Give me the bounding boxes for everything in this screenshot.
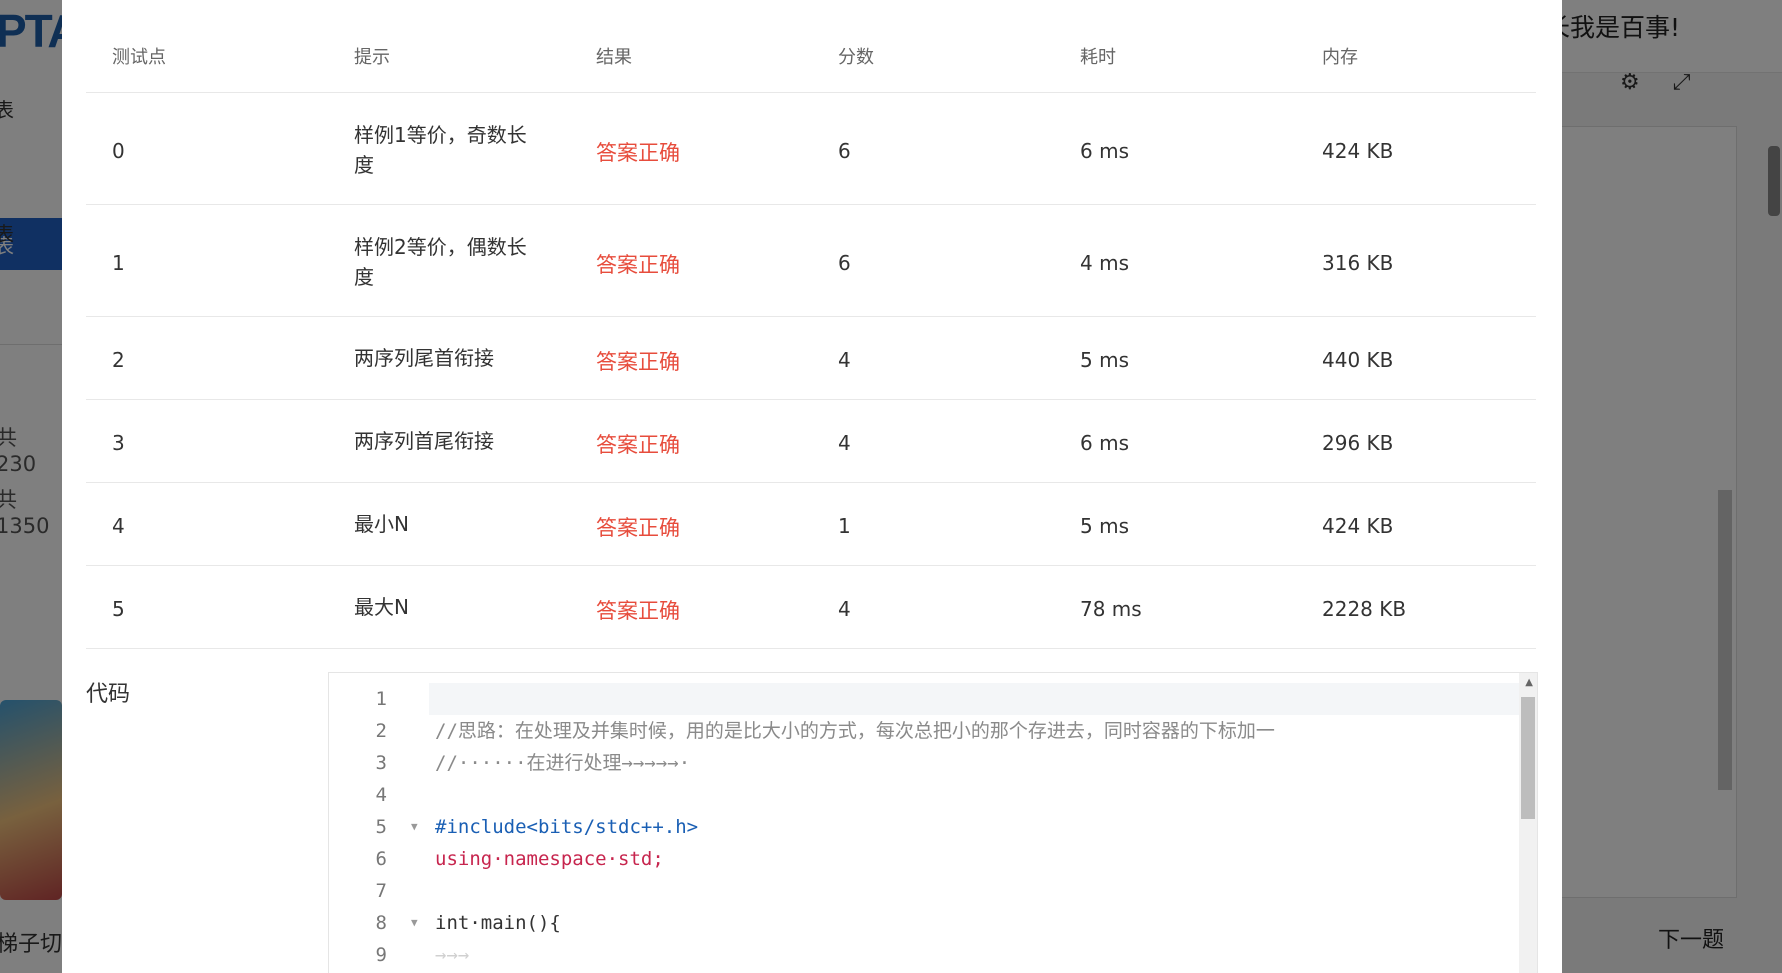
code-text[interactable]: using·namespace·std; — [435, 843, 664, 875]
cell-result: 答案正确 — [596, 350, 680, 374]
code-line[interactable]: 9 →→→ — [329, 939, 1519, 971]
results-table: 测试点 提示 结果 分数 耗时 内存 0 样例1等价，奇数长度 答案正确 6 6… — [86, 0, 1536, 649]
cell-score: 4 — [838, 597, 851, 621]
header-score: 分数 — [838, 47, 874, 68]
cell-result: 答案正确 — [596, 253, 680, 277]
cell-time: 5 ms — [1080, 348, 1129, 372]
table-row: 5 最大N 答案正确 4 78 ms 2228 KB — [86, 566, 1536, 649]
code-line[interactable]: 6 using·namespace·std; — [329, 843, 1519, 875]
code-line[interactable]: 4 — [329, 779, 1519, 811]
cell-memory: 2228 KB — [1322, 597, 1407, 621]
header-hint: 提示 — [354, 47, 390, 68]
cell-id: 4 — [112, 514, 125, 538]
header-result: 结果 — [596, 47, 632, 68]
fold-arrow-icon[interactable]: ▼ — [411, 811, 418, 843]
code-line[interactable]: 7 — [329, 875, 1519, 907]
table-row: 3 两序列首尾衔接 答案正确 4 6 ms 296 KB — [86, 400, 1536, 483]
code-text[interactable]: int·main(){ — [435, 907, 561, 939]
code-editor[interactable]: 1 2 //思路：在处理及并集时候，用的是比大小的方式，每次总把小的那个存进去，… — [328, 672, 1538, 973]
code-text[interactable]: //······在进行处理→→→→→· — [435, 747, 690, 779]
line-number: 5 — [375, 816, 387, 838]
editor-scrollbar[interactable]: ▲ — [1519, 673, 1537, 973]
header-time: 耗时 — [1080, 47, 1116, 68]
table-row: 1 样例2等价，偶数长度 答案正确 6 4 ms 316 KB — [86, 205, 1536, 317]
code-line[interactable]: 2 //思路：在处理及并集时候，用的是比大小的方式，每次总把小的那个存进去，同时… — [329, 715, 1519, 747]
cell-hint: 两序列尾首衔接 — [354, 346, 494, 370]
cell-hint: 最大N — [354, 595, 409, 619]
line-number: 1 — [375, 688, 387, 710]
cell-result: 答案正确 — [596, 516, 680, 540]
cell-id: 3 — [112, 431, 125, 455]
cell-memory: 440 KB — [1322, 348, 1394, 372]
cell-hint: 两序列首尾衔接 — [354, 429, 494, 453]
cell-id: 0 — [112, 139, 125, 163]
cell-hint: 样例1等价，奇数长度 — [354, 123, 527, 177]
cell-time: 5 ms — [1080, 514, 1129, 538]
table-row: 4 最小N 答案正确 1 5 ms 424 KB — [86, 483, 1536, 566]
cell-time: 78 ms — [1080, 597, 1142, 621]
line-number: 8 — [375, 912, 387, 934]
cell-memory: 316 KB — [1322, 251, 1394, 275]
cell-result: 答案正确 — [596, 141, 680, 165]
cell-result: 答案正确 — [596, 599, 680, 623]
cell-memory: 424 KB — [1322, 514, 1394, 538]
cell-time: 6 ms — [1080, 431, 1129, 455]
fold-arrow-icon[interactable]: ▼ — [411, 907, 418, 939]
cell-hint: 样例2等价，偶数长度 — [354, 235, 527, 289]
table-row: 0 样例1等价，奇数长度 答案正确 6 6 ms 424 KB — [86, 93, 1536, 205]
line-number: 3 — [375, 752, 387, 774]
scroll-up-icon[interactable]: ▲ — [1525, 677, 1533, 688]
line-number: 2 — [375, 720, 387, 742]
cell-memory: 424 KB — [1322, 139, 1394, 163]
editor-scrollbar-thumb[interactable] — [1521, 697, 1535, 819]
cell-time: 6 ms — [1080, 139, 1129, 163]
code-section-label: 代码 — [86, 682, 131, 707]
submission-detail-modal: 测试点 提示 结果 分数 耗时 内存 0 样例1等价，奇数长度 答案正确 6 6… — [62, 0, 1562, 973]
cell-id: 1 — [112, 251, 125, 275]
code-text[interactable]: #include<bits/stdc++.h> — [435, 811, 698, 843]
line-number: 7 — [375, 880, 387, 902]
table-row: 2 两序列尾首衔接 答案正确 4 5 ms 440 KB — [86, 317, 1536, 400]
table-header: 测试点 提示 结果 分数 耗时 内存 — [86, 0, 1536, 93]
code-line[interactable]: 3 //······在进行处理→→→→→· — [329, 747, 1519, 779]
cell-score: 4 — [838, 431, 851, 455]
cell-time: 4 ms — [1080, 251, 1129, 275]
cell-memory: 296 KB — [1322, 431, 1394, 455]
code-text[interactable]: //思路：在处理及并集时候，用的是比大小的方式，每次总把小的那个存进去，同时容器… — [435, 715, 1275, 747]
line-number: 6 — [375, 848, 387, 870]
cell-result: 答案正确 — [596, 433, 680, 457]
header-memory: 内存 — [1322, 47, 1358, 68]
line-number: 4 — [375, 784, 387, 806]
cell-hint: 最小N — [354, 512, 409, 536]
cell-score: 4 — [838, 348, 851, 372]
line-number: 9 — [375, 944, 387, 966]
code-line[interactable]: 8 ▼ int·main(){ — [329, 907, 1519, 939]
cell-id: 5 — [112, 597, 125, 621]
cell-score: 6 — [838, 139, 851, 163]
code-line[interactable]: 1 — [329, 683, 1519, 715]
cell-score: 1 — [838, 514, 851, 538]
header-testpoint: 测试点 — [112, 47, 166, 68]
code-text[interactable]: →→→ — [435, 939, 469, 971]
cell-score: 6 — [838, 251, 851, 275]
code-line[interactable]: 5 ▼ #include<bits/stdc++.h> — [329, 811, 1519, 843]
cell-id: 2 — [112, 348, 125, 372]
